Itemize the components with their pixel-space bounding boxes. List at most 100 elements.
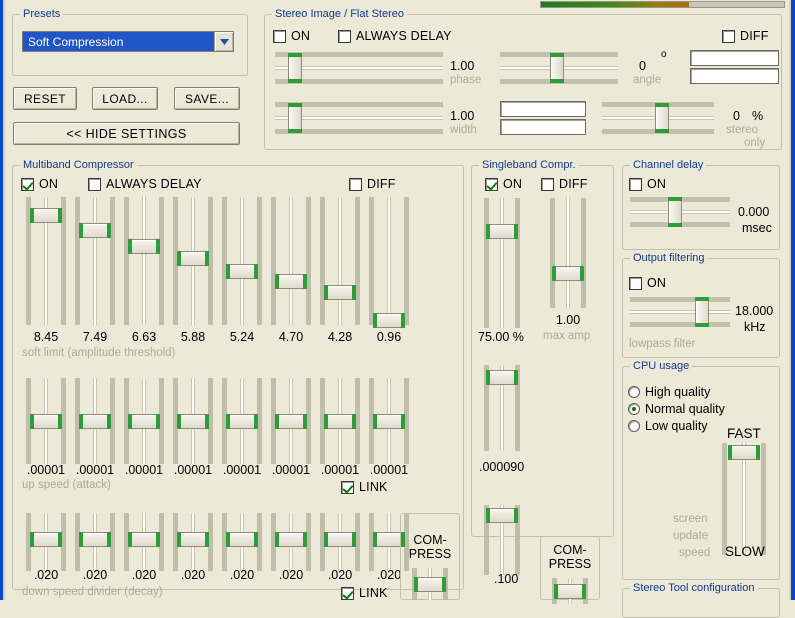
slider-thumb[interactable] — [79, 531, 111, 547]
multiband-soft-limit-slider-5[interactable] — [222, 197, 262, 325]
angle-field-1[interactable] — [690, 50, 779, 66]
stereo-image-always-delay-checkbox[interactable]: ALWAYS DELAY — [338, 29, 452, 43]
output-filtering-on-checkbox[interactable]: ON — [629, 276, 666, 290]
multiband-up-speed-slider-1[interactable] — [26, 378, 66, 464]
multiband-on-checkbox[interactable]: ON — [21, 177, 58, 191]
slider-thumb[interactable] — [324, 284, 356, 300]
multiband-down-speed-slider-5[interactable] — [222, 513, 262, 571]
slider-thumb[interactable] — [668, 197, 682, 227]
multiband-up-speed-slider-6[interactable] — [271, 378, 311, 464]
cpu-quality-high-radio[interactable]: High quality — [628, 385, 710, 399]
stereo-only-slider[interactable] — [602, 102, 714, 134]
slider-thumb[interactable] — [177, 414, 209, 429]
slider-thumb[interactable] — [728, 444, 760, 460]
angle-field-2[interactable] — [690, 68, 779, 84]
slider-thumb[interactable] — [324, 531, 356, 547]
slider-thumb[interactable] — [226, 264, 258, 280]
multiband-compress-slider[interactable] — [412, 568, 448, 600]
load-button[interactable]: LOAD... — [92, 87, 158, 110]
phase-slider[interactable] — [275, 52, 443, 84]
multiband-up-speed-slider-4[interactable] — [173, 378, 213, 464]
screen-update-speed-slider[interactable] — [722, 443, 766, 555]
multiband-soft-limit-slider-4[interactable] — [173, 197, 213, 325]
multiband-soft-limit-slider-1[interactable] — [26, 197, 66, 325]
multiband-soft-limit-slider-2[interactable] — [75, 197, 115, 325]
angle-slider[interactable] — [500, 52, 618, 84]
multiband-down-speed-slider-4[interactable] — [173, 513, 213, 571]
slider-thumb[interactable] — [324, 414, 356, 429]
save-button[interactable]: SAVE... — [174, 87, 240, 110]
slider-thumb[interactable] — [655, 103, 670, 133]
slider-thumb[interactable] — [30, 531, 62, 547]
multiband-down-speed-slider-3[interactable] — [124, 513, 164, 571]
lowpass-filter-slider[interactable] — [630, 297, 730, 327]
singleband-on-checkbox[interactable]: ON — [485, 177, 522, 191]
multiband-down-speed-slider-6[interactable] — [271, 513, 311, 571]
multiband-up-speed-slider-5[interactable] — [222, 378, 262, 464]
slider-thumb[interactable] — [695, 297, 709, 327]
multiband-down-speed-slider-2[interactable] — [75, 513, 115, 571]
chevron-down-icon[interactable] — [214, 32, 233, 51]
slider-thumb[interactable] — [79, 414, 111, 429]
cpu-quality-normal-radio[interactable]: Normal quality — [628, 402, 725, 416]
slider-thumb[interactable] — [226, 414, 258, 429]
multiband-down-speed-slider-1[interactable] — [26, 513, 66, 571]
slider-thumb[interactable] — [373, 312, 405, 328]
slider-thumb[interactable] — [79, 223, 111, 239]
cpu-quality-low-radio[interactable]: Low quality — [628, 419, 708, 433]
multiband-down-speed-link-checkbox[interactable]: LINK — [341, 586, 388, 600]
slider-thumb[interactable] — [486, 370, 518, 386]
slider-thumb[interactable] — [128, 238, 160, 254]
multiband-soft-limit-slider-7[interactable] — [320, 197, 360, 325]
slider-thumb[interactable] — [288, 103, 303, 133]
checkbox-box — [541, 177, 554, 191]
slider-thumb[interactable] — [128, 531, 160, 547]
width-field-1[interactable] — [500, 101, 586, 117]
multiband-soft-limit-slider-6[interactable] — [271, 197, 311, 325]
multiband-up-speed-slider-7[interactable] — [320, 378, 360, 464]
slider-thumb[interactable] — [177, 251, 209, 267]
singleband-compress-slider[interactable] — [552, 578, 588, 604]
slider-thumb[interactable] — [549, 53, 564, 83]
slider-thumb[interactable] — [226, 531, 258, 547]
multiband-diff-checkbox[interactable]: DIFF — [349, 177, 396, 191]
slider-thumb[interactable] — [554, 584, 586, 599]
multiband-always-delay-checkbox[interactable]: ALWAYS DELAY — [88, 177, 202, 191]
width-field-2[interactable] — [500, 119, 586, 135]
slider-thumb[interactable] — [177, 531, 209, 547]
singleband-decay-slider[interactable] — [484, 505, 520, 575]
slider-thumb[interactable] — [128, 414, 160, 429]
singleband-diff-checkbox[interactable]: DIFF — [541, 177, 588, 191]
slider-thumb[interactable] — [30, 414, 62, 429]
slider-thumb[interactable] — [288, 53, 303, 83]
singleband-threshold-slider[interactable] — [484, 198, 520, 328]
stereo-image-on-checkbox[interactable]: ON — [273, 29, 310, 43]
multiband-up-speed-slider-2[interactable] — [75, 378, 115, 464]
multiband-up-speed-slider-3[interactable] — [124, 378, 164, 464]
slider-thumb[interactable] — [275, 414, 307, 429]
stereo-image-diff-checkbox[interactable]: DIFF — [722, 29, 769, 43]
slider-thumb[interactable] — [486, 223, 518, 239]
multiband-soft-limit-slider-8[interactable] — [369, 197, 409, 328]
multiband-up-speed-value-1: .00001 — [26, 463, 66, 477]
preset-select[interactable]: Soft Compression — [22, 31, 234, 52]
multiband-soft-limit-slider-3[interactable] — [124, 197, 164, 325]
multiband-up-speed-link-checkbox[interactable]: LINK — [341, 480, 388, 494]
multiband-up-speed-slider-8[interactable] — [369, 378, 409, 464]
slider-thumb[interactable] — [373, 414, 405, 429]
singleband-maxamp-slider[interactable] — [550, 198, 586, 308]
reset-button[interactable]: RESET — [13, 87, 77, 110]
channel-delay-slider[interactable] — [630, 197, 730, 227]
multiband-up-speed-value-3: .00001 — [124, 463, 164, 477]
slider-thumb[interactable] — [486, 507, 518, 523]
slider-thumb[interactable] — [275, 531, 307, 547]
slider-thumb[interactable] — [414, 577, 446, 592]
multiband-down-speed-slider-7[interactable] — [320, 513, 360, 571]
singleband-attack-slider[interactable] — [484, 365, 520, 451]
slider-thumb[interactable] — [30, 207, 62, 223]
slider-thumb[interactable] — [275, 274, 307, 290]
hide-settings-button[interactable]: << HIDE SETTINGS — [13, 122, 240, 145]
slider-thumb[interactable] — [552, 265, 584, 281]
channel-delay-on-checkbox[interactable]: ON — [629, 177, 666, 191]
width-slider[interactable] — [275, 102, 443, 134]
